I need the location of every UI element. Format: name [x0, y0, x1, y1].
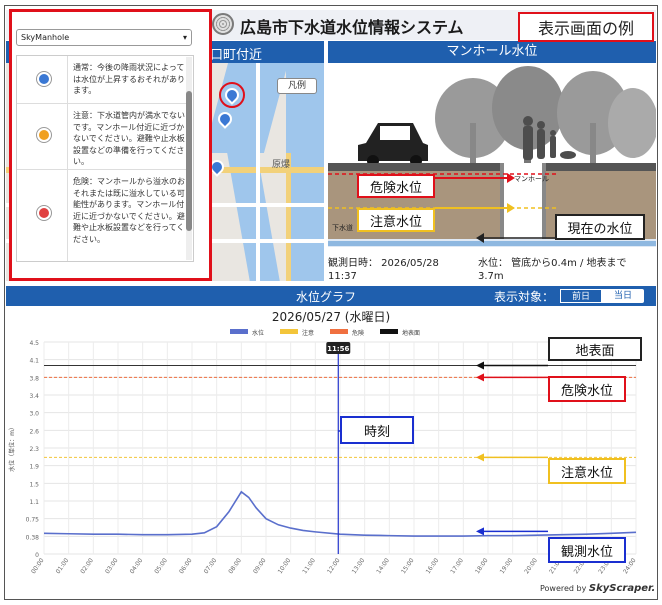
x-tick-label: 00:00: [30, 557, 46, 575]
powered-by: Powered by SkyScraper.: [540, 583, 655, 594]
legend-list: 通常：今後の降雨状況によっては水位が上昇するおそれがあります。 注意：下水道管内…: [16, 55, 194, 262]
target-label: 表示対象：: [494, 290, 555, 304]
x-tick-label: 12:00: [326, 557, 342, 575]
y-tick-label: 2.3: [29, 446, 39, 453]
legend-swatch-ground: [380, 329, 398, 334]
selected-pin-ring: [219, 82, 245, 108]
manhole-label: マンホール: [514, 175, 549, 183]
manhole-header: マンホール水位: [328, 41, 656, 63]
legend-text-normal: 通常：今後の降雨状況によっては水位が上昇するおそれがあります。: [73, 63, 185, 95]
callout-caution-level-chart: 注意水位: [548, 458, 626, 484]
callout-caution-arrow: [435, 203, 515, 213]
legend-item-danger: 危険：マンホールから溢水のおそれまたは既に溢水している可能性があります。マンホー…: [17, 170, 187, 262]
x-tick-label: 20:00: [523, 557, 539, 575]
x-tick-label: 19:00: [499, 557, 515, 575]
observed-arrow-head: [476, 527, 484, 536]
legend-swatch-danger: [330, 329, 348, 334]
map-place-label: 原爆: [272, 160, 291, 170]
pin-danger-icon: [37, 206, 51, 220]
legend-item-caution: 注意：下水道管内が満水でないです。マンホール付近に近づかないでください。避難や止…: [17, 104, 187, 170]
x-tick-label: 16:00: [425, 557, 441, 575]
legend-swatch-caution: [280, 329, 298, 334]
y-tick-label: 0.75: [26, 517, 40, 524]
water-level-line1: 水位： 管底から0.4m / 地表まで: [478, 258, 627, 269]
y-tick-label: 3.4: [29, 393, 39, 400]
x-tick-label: 08:00: [227, 557, 243, 575]
legend-scrollbar[interactable]: [186, 57, 192, 260]
caution-arrow-head: [476, 453, 484, 462]
x-tick-label: 02:00: [79, 557, 95, 575]
x-tick-label: 15:00: [400, 557, 416, 575]
callout-danger-level: 危険水位: [357, 174, 435, 198]
powered-prefix: Powered by: [540, 584, 587, 593]
x-tick-label: 05:00: [153, 557, 169, 575]
callout-caution-level: 注意水位: [357, 208, 435, 232]
graph-header: 水位グラフ 表示対象： 前日 当日: [6, 286, 656, 306]
callout-current-arrow: [476, 233, 556, 243]
y-tick-label: 1.9: [29, 464, 39, 471]
graph-title: 水位グラフ: [296, 290, 357, 304]
city-logo: [212, 13, 234, 35]
x-tick-label: 18:00: [474, 557, 490, 575]
callout-danger-level-chart: 危険水位: [548, 376, 626, 402]
callout-time: 時刻: [340, 416, 414, 444]
layer-select-value: SkyManhole: [21, 33, 70, 42]
legend-text-caution: 注意：下水道管内が満水でないです。マンホール付近に近づかないでください。避難や止…: [73, 111, 185, 166]
map-header-label: 口町付近: [210, 48, 263, 63]
x-tick-label: 17:00: [449, 557, 465, 575]
legend-text-danger: 危険：マンホールから溢水のおそれまたは既に溢水している可能性があります。マンホー…: [73, 177, 185, 244]
observed-time-line2: 11:37: [328, 271, 357, 282]
x-tick-label: 10:00: [277, 557, 293, 575]
legend-item-normal: 通常：今後の降雨状況によっては水位が上昇するおそれがあります。: [17, 56, 187, 104]
pipe-label: 下水道: [332, 224, 353, 232]
y-tick-label: 0.38: [26, 534, 40, 541]
y-tick-label: 1.1: [29, 499, 39, 506]
x-tick-label: 14:00: [375, 557, 391, 575]
x-tick-label: 07:00: [203, 557, 219, 575]
today-button[interactable]: 当日: [602, 289, 644, 303]
y-tick-label: 1.5: [29, 481, 39, 488]
day-toggle: 前日 当日: [560, 289, 644, 303]
powered-brand: SkyScraper.: [588, 583, 656, 594]
callout-ground: 地表面: [548, 337, 642, 361]
x-tick-label: 13:00: [351, 557, 367, 575]
layer-select[interactable]: SkyManhole ▾: [16, 29, 192, 46]
example-label: 表示画面の例: [518, 12, 654, 42]
x-tick-label: 11:00: [301, 557, 317, 575]
observed-time-line1: 観測日時： 2026/05/28: [328, 258, 439, 269]
y-tick-label: 3.0: [29, 411, 39, 418]
car-icon: [358, 123, 428, 167]
y-tick-label: 4.1: [29, 358, 39, 365]
observation-status: 観測日時： 2026/05/28 11:37 水位： 管底から0.4m / 地表ま…: [328, 255, 656, 285]
chart-date: 2026/05/27 (水曜日): [271, 310, 391, 324]
x-tick-label: 09:00: [252, 557, 268, 575]
callout-current-level: 現在の水位: [555, 214, 645, 240]
callout-danger-arrow: [435, 173, 515, 183]
x-tick-label: 04:00: [129, 557, 145, 575]
legend-swatch-level: [230, 329, 248, 334]
pin-normal-icon: [37, 72, 51, 86]
y-tick-label: 4.5: [29, 340, 39, 347]
ground-arrow-head: [476, 361, 484, 370]
danger-arrow-head: [476, 373, 484, 382]
y-axis-label: 水位（単位：m）: [8, 424, 16, 472]
callout-observed-level: 観測水位: [548, 537, 626, 563]
pin-caution-icon: [37, 128, 51, 142]
app-title: 広島市下水道水位情報システム: [240, 18, 464, 37]
chevron-down-icon: ▾: [182, 33, 187, 42]
x-tick-label: 03:00: [104, 557, 120, 575]
y-tick-label: 3.8: [29, 375, 39, 382]
y-tick-label: 2.6: [29, 428, 39, 435]
cursor-time-label: 11:56: [327, 345, 349, 353]
water-level-line2: 3.7m: [478, 271, 504, 282]
map-legend-button[interactable]: 凡例: [277, 78, 317, 94]
x-tick-label: 01:00: [55, 557, 71, 575]
prev-day-button[interactable]: 前日: [560, 289, 602, 303]
x-tick-label: 06:00: [178, 557, 194, 575]
